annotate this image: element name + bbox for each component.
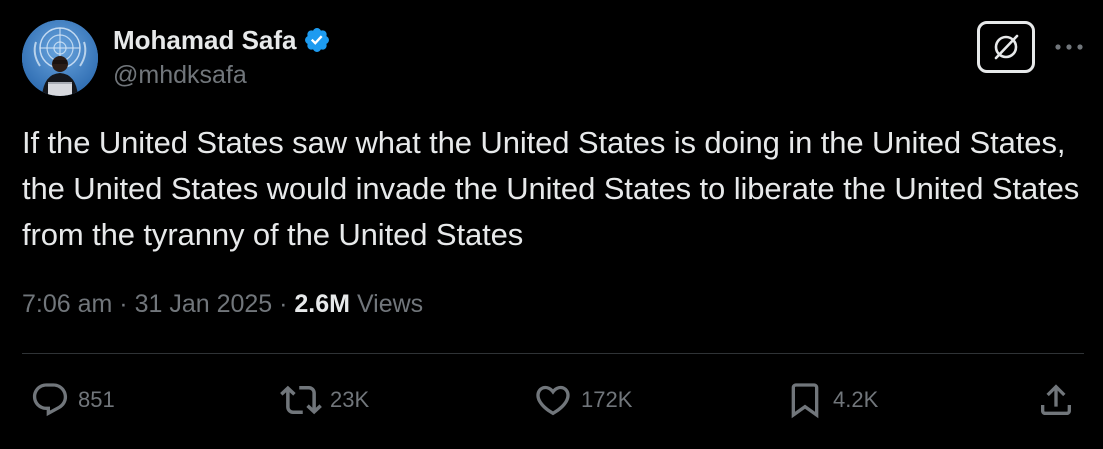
meta-separator: · — [272, 290, 295, 318]
meta-separator: · — [112, 290, 135, 318]
heart-icon — [536, 385, 570, 416]
like-count: 172K — [581, 387, 633, 412]
avatar[interactable] — [22, 20, 98, 96]
share-button[interactable] — [1036, 377, 1076, 423]
reply-count: 851 — [78, 387, 115, 412]
author-info: Mohamad Safa @mhdksafa — [113, 24, 331, 90]
action-bar: 851 23K 172K 4.2K — [0, 377, 1103, 423]
name-row: Mohamad Safa — [113, 24, 331, 56]
repost-count: 23K — [330, 387, 370, 412]
tweet-date[interactable]: 31 Jan 2025 — [135, 290, 273, 318]
avatar-image — [22, 20, 98, 96]
verified-badge-icon[interactable] — [303, 26, 331, 54]
views-count[interactable]: 2.6M — [294, 290, 350, 318]
more-horizontal-icon — [1055, 44, 1083, 50]
share-icon — [1041, 384, 1071, 415]
bookmark-icon — [791, 383, 819, 419]
grok-button[interactable] — [977, 21, 1035, 73]
repost-icon — [280, 385, 322, 415]
like-button[interactable]: 172K — [533, 377, 632, 423]
display-name[interactable]: Mohamad Safa — [113, 24, 297, 56]
reply-icon — [32, 383, 68, 417]
tweet-time[interactable]: 7:06 am — [22, 290, 112, 318]
views-label: Views — [350, 290, 424, 318]
user-handle[interactable]: @mhdksafa — [113, 60, 331, 90]
tweet-meta: 7:06 am · 31 Jan 2025 · 2.6M Views — [22, 286, 423, 322]
bookmark-button[interactable]: 4.2K — [785, 377, 878, 423]
repost-button[interactable]: 23K — [280, 377, 369, 423]
reply-button[interactable]: 851 — [30, 377, 115, 423]
divider — [22, 353, 1084, 354]
grok-icon — [994, 34, 1019, 60]
tweet: Mohamad Safa @mhdksafa If the United Sta… — [0, 0, 1103, 449]
tweet-text: If the United States saw what the United… — [22, 125, 1080, 252]
more-options-button[interactable] — [1052, 30, 1086, 64]
bookmark-count: 4.2K — [833, 387, 879, 412]
